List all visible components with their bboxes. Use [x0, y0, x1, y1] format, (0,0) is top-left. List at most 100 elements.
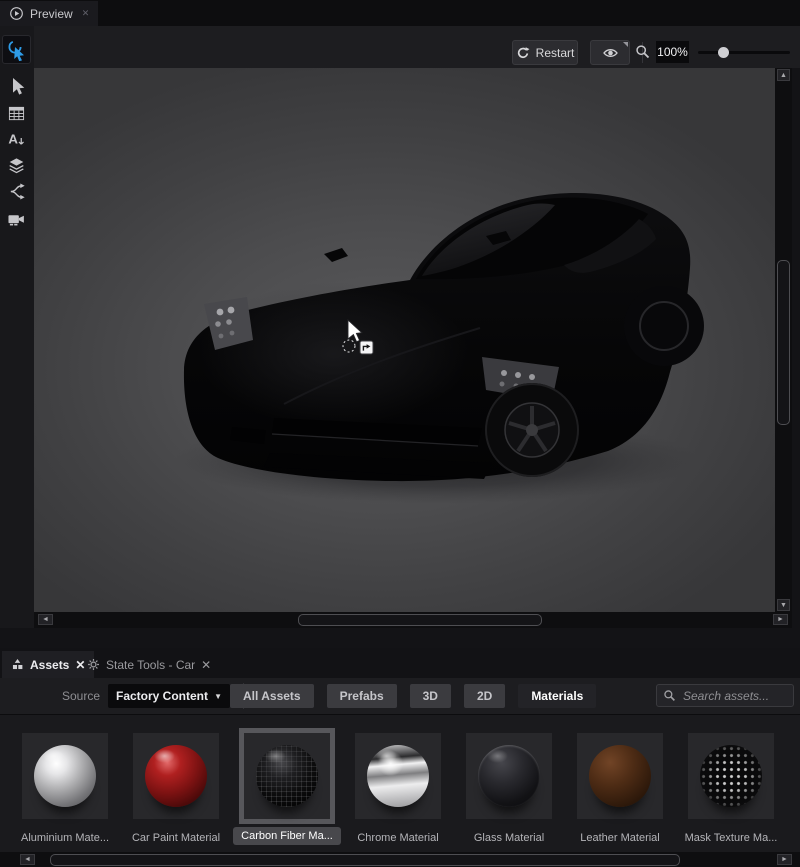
material-card-carbon-fiber[interactable]: Carbon Fiber Ma... [244, 733, 330, 852]
scroll-right-arrow[interactable]: ► [777, 854, 792, 865]
assets-scroll-thumb[interactable] [50, 854, 680, 866]
scroll-down-arrow[interactable]: ▼ [777, 599, 790, 611]
source-dropdown[interactable]: Factory Content ▼ [108, 684, 230, 708]
visibility-button[interactable] [590, 40, 630, 65]
zoom-icon [635, 44, 650, 59]
material-name: Chrome Material [357, 832, 438, 844]
material-name: Car Paint Material [132, 832, 220, 844]
assets-tab-label: Assets [30, 658, 69, 672]
visibility-icon [602, 46, 619, 60]
dropdown-corner-indicator [623, 42, 628, 47]
material-name: Mask Texture Ma... [685, 832, 778, 844]
filter-materials-button[interactable]: Materials [518, 684, 596, 708]
material-name: Leather Material [580, 832, 660, 844]
zoom-level-field[interactable]: 100% [656, 41, 689, 63]
connections-tool-button[interactable] [2, 178, 31, 205]
filter-all-assets-button[interactable]: All Assets [230, 684, 314, 708]
camera-tool-icon [7, 211, 26, 228]
assets-horizontal-scrollbar[interactable]: ◄ ► [0, 852, 800, 867]
assets-filter-bar: Source Factory Content ▼ All Assets Pref… [0, 678, 800, 715]
scroll-left-arrow[interactable]: ◄ [20, 854, 35, 865]
chevron-down-icon: ▼ [214, 692, 222, 701]
tab-state-tools-car[interactable]: State Tools - Car ✕ [78, 651, 220, 678]
material-thumbnail [244, 733, 330, 819]
state-tools-tab-label: State Tools - Car [106, 658, 195, 672]
material-thumbnail [688, 733, 774, 819]
viewport-horizontal-scrollbar[interactable]: ◄ ► [34, 612, 792, 628]
source-label: Source [62, 689, 100, 703]
restart-icon [516, 46, 530, 60]
viewport-toolbar: Restart 100% [34, 26, 800, 68]
connections-tool-icon [7, 182, 26, 201]
select-tool-button[interactable] [2, 72, 31, 99]
search-icon [663, 689, 676, 702]
camera-tool-button[interactable] [2, 206, 31, 233]
carbon-fiber-sphere-preview [256, 745, 318, 807]
material-name: Aluminium Mate... [21, 832, 109, 844]
material-asset-list: Aluminium Mate... Car Paint Material Car… [0, 714, 800, 852]
close-icon[interactable]: ✕ [201, 658, 211, 672]
material-card-aluminium[interactable]: Aluminium Mate... [22, 733, 108, 852]
material-name: Glass Material [474, 832, 544, 844]
aluminium-sphere-preview [34, 745, 96, 807]
material-card-car-paint[interactable]: Car Paint Material [133, 733, 219, 852]
material-name: Carbon Fiber Ma... [233, 827, 341, 845]
filter-2d-button[interactable]: 2D [464, 684, 505, 708]
application-window: Preview ✕ Restart 100% [0, 0, 800, 867]
material-thumbnail [577, 733, 663, 819]
material-thumbnail [355, 733, 441, 819]
scroll-up-arrow[interactable]: ▲ [777, 69, 790, 81]
text-tool-button[interactable]: A [2, 125, 31, 152]
zoom-slider[interactable] [698, 51, 790, 54]
leather-sphere-preview [589, 745, 651, 807]
source-dropdown-value: Factory Content [116, 689, 208, 703]
horizontal-scroll-thumb[interactable] [298, 614, 542, 626]
preview-viewport-canvas[interactable] [34, 68, 775, 612]
filter-3d-button[interactable]: 3D [410, 684, 451, 708]
layers-tool-button[interactable] [2, 152, 31, 179]
viewport-vertical-scrollbar[interactable]: ▲ ▼ [775, 68, 792, 612]
select-tool-icon [7, 76, 27, 96]
assets-tab-icon [11, 658, 24, 671]
filter-prefabs-button[interactable]: Prefabs [327, 684, 397, 708]
restart-button[interactable]: Restart [512, 40, 578, 65]
car-model [184, 193, 704, 481]
asset-filter-buttons: All Assets Prefabs 3D 2D Materials [230, 684, 596, 708]
material-thumbnail [133, 733, 219, 819]
table-tool-icon [7, 105, 26, 122]
car-wheel-rear [624, 286, 704, 366]
material-thumbnail [466, 733, 552, 819]
material-card-glass[interactable]: Glass Material [466, 733, 552, 852]
car-paint-sphere-preview [145, 745, 207, 807]
glass-sphere-preview [478, 745, 540, 807]
table-tool-button[interactable] [2, 100, 31, 127]
mask-texture-sphere-preview [700, 745, 762, 807]
preview-tab-icon [9, 6, 24, 21]
car-wheel-front [485, 383, 579, 477]
tool-sidebar: A [0, 26, 34, 628]
search-assets-input[interactable] [681, 688, 787, 704]
scroll-left-arrow[interactable]: ◄ [38, 614, 53, 625]
svg-text:A: A [8, 131, 18, 146]
state-tools-tab-icon [87, 658, 100, 671]
zoom-slider-handle[interactable] [718, 47, 729, 58]
tab-preview[interactable]: Preview ✕ [0, 1, 98, 26]
restart-label: Restart [536, 46, 575, 60]
interact-tool-icon [6, 39, 28, 61]
bottom-panel-tab-strip: Assets ✕ State Tools - Car ✕ [0, 648, 800, 679]
interact-tool-button[interactable] [2, 35, 31, 64]
scroll-right-arrow[interactable]: ► [773, 614, 788, 625]
car-scene [34, 68, 775, 612]
material-thumbnail [22, 733, 108, 819]
material-card-chrome[interactable]: Chrome Material [355, 733, 441, 852]
preview-tab-label: Preview [30, 7, 73, 21]
material-card-leather[interactable]: Leather Material [577, 733, 663, 852]
chrome-sphere-preview [367, 745, 429, 807]
search-assets-box[interactable] [656, 684, 794, 707]
material-card-mask-texture[interactable]: Mask Texture Ma... [688, 733, 774, 852]
text-tool-icon: A [7, 130, 26, 148]
close-icon[interactable]: ✕ [82, 8, 90, 19]
layers-tool-icon [7, 157, 26, 175]
vertical-scroll-thumb[interactable] [777, 260, 790, 425]
top-tab-strip: Preview ✕ [0, 0, 800, 27]
